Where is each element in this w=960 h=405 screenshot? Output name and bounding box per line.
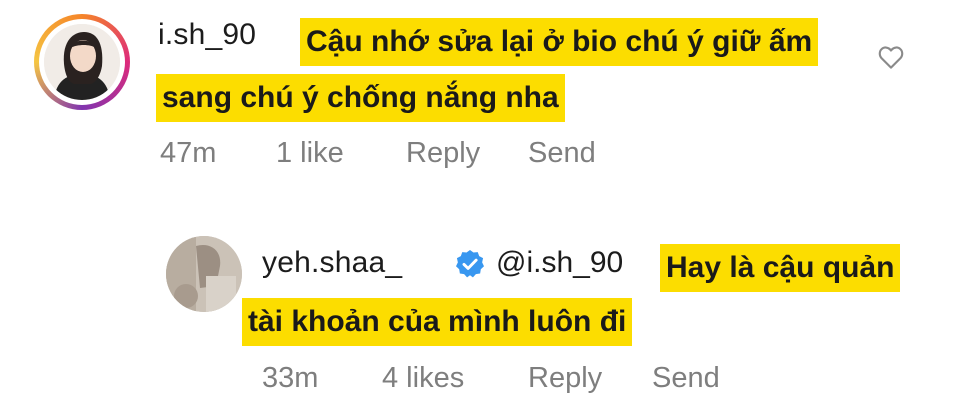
comment-likes[interactable]: 1 like [276, 137, 344, 170]
reply-send-button[interactable]: Send [652, 362, 720, 395]
verified-badge-icon [456, 250, 484, 278]
reply-avatar-photo-icon [166, 236, 242, 312]
reply-avatar[interactable] [166, 236, 242, 312]
reply-mention[interactable]: @i.sh_90 [496, 246, 623, 280]
reply-username[interactable]: yeh.shaa_ [262, 246, 402, 280]
comment-text-line2: sang chú ý chống nắng nha [156, 74, 565, 122]
avatar-photo-icon [44, 24, 120, 100]
avatar-story-ring[interactable] [34, 14, 130, 110]
reply-reply-button[interactable]: Reply [528, 362, 602, 395]
reply-text-line1: Hay là cậu quản [660, 244, 901, 292]
avatar [44, 24, 120, 100]
comment-time: 47m [160, 137, 217, 169]
reply-time: 33m [262, 362, 319, 394]
reply-text-line2: tài khoản của mình luôn đi [242, 298, 633, 346]
comment-text-line1: Cậu nhớ sửa lại ở bio chú ý giữ ấm [300, 18, 819, 66]
comment-send-button[interactable]: Send [528, 137, 596, 170]
heart-icon[interactable] [876, 42, 906, 72]
comment-username[interactable]: i.sh_90 [158, 18, 256, 52]
comment-reply-button[interactable]: Reply [406, 137, 480, 170]
reply-likes[interactable]: 4 likes [382, 362, 464, 395]
